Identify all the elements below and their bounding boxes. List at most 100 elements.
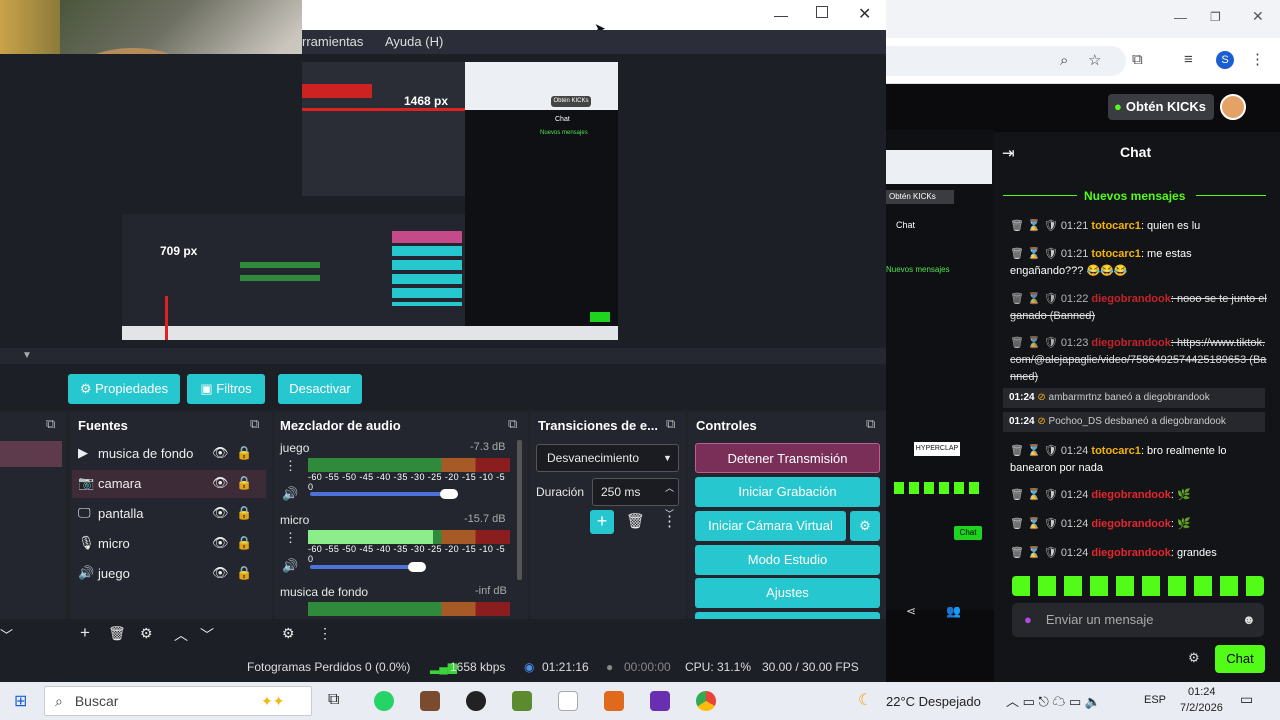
source-item[interactable]: 🔊 juego 👁 🔒 — [72, 560, 266, 588]
popout-icon[interactable]: ⧉ — [508, 416, 517, 432]
mic-icon[interactable]: ● — [1024, 612, 1032, 627]
mod-tools-icon[interactable]: 🗑 ⌛ 🛡 — [1010, 293, 1058, 305]
kebab-icon[interactable]: ⋮ — [284, 458, 297, 474]
source-item[interactable]: 📷 camara 👁 🔒 — [72, 470, 266, 498]
collapse-chat-icon[interactable]: ⇥ — [1002, 144, 1015, 162]
popout-icon[interactable]: ⧉ — [866, 416, 875, 432]
volume-slider[interactable] — [310, 492, 450, 496]
gear-icon[interactable]: ⚙ — [1188, 650, 1200, 666]
eye-icon[interactable]: 👁 — [212, 475, 229, 491]
volume-slider[interactable] — [310, 565, 420, 569]
mixer-settings-icon[interactable]: ⚙ — [282, 625, 295, 642]
file-icon[interactable] — [558, 691, 578, 711]
chat-input[interactable]: ● Enviar un mensaje ☻ — [1012, 603, 1264, 637]
kebab-icon[interactable]: ⋮ — [318, 625, 332, 642]
minecraft-icon[interactable] — [512, 691, 532, 711]
add-transition-button[interactable]: + — [590, 510, 614, 534]
start-recording-button[interactable]: Iniciar Grabación — [695, 477, 880, 507]
language-indicator[interactable]: ESP — [1144, 694, 1166, 706]
maximize-icon[interactable] — [816, 6, 828, 18]
tray-icons[interactable]: ︿ ▭ ⎋ ☁ ▭ 🔈 — [1006, 691, 1101, 710]
popout-icon[interactable]: ⧉ — [46, 416, 55, 432]
speaker-icon[interactable]: 🔊 — [282, 486, 298, 502]
mod-tools-icon[interactable]: 🗑 ⌛ 🛡 — [1010, 547, 1058, 559]
lock-icon[interactable]: 🔒 — [236, 445, 252, 461]
app-icon[interactable] — [650, 691, 670, 711]
users-icon[interactable]: 👥 — [946, 604, 961, 618]
trash-icon[interactable]: 🗑 — [626, 512, 645, 530]
menu-help[interactable]: Ayuda (H) — [385, 34, 443, 49]
share-icon[interactable]: ⋖ — [906, 604, 916, 618]
source-item[interactable]: 🖵 pantalla 👁 🔒 — [72, 500, 266, 528]
source-item[interactable]: 🎙 micro 👁 🔒 — [72, 530, 266, 558]
emote-bar[interactable] — [1012, 576, 1264, 596]
clock-time[interactable]: 01:24 — [1188, 686, 1216, 698]
duration-input[interactable]: 250 ms ︿ ﹀ — [592, 478, 679, 519]
eye-icon[interactable]: 👁 — [212, 535, 229, 551]
notification-icon[interactable]: ▭ — [1240, 691, 1253, 708]
kebab-icon[interactable]: ⋮ — [1250, 50, 1265, 68]
popout-icon[interactable]: ⧉ — [666, 416, 675, 432]
weather-text[interactable]: 22°C Despejado — [886, 694, 981, 709]
chevron-down-icon[interactable]: ﹀ — [0, 625, 13, 644]
get-kicks-button[interactable]: ● Obtén KICKs — [1108, 94, 1214, 120]
virtual-cam-button[interactable]: Iniciar Cámara Virtual — [695, 511, 846, 541]
trash-icon[interactable]: 🗑 — [108, 625, 126, 642]
filters-button[interactable]: ▣ Filtros — [187, 374, 265, 404]
star-icon[interactable]: ☆ — [1088, 51, 1101, 69]
settings-button[interactable]: Ajustes — [695, 578, 880, 608]
chevron-up-icon[interactable]: ︿ — [174, 625, 188, 645]
source-item[interactable]: ▶ musica de fondo 👁 🔒 — [72, 440, 266, 468]
obs-app-icon[interactable] — [466, 691, 486, 711]
minimize-icon[interactable]: — — [774, 7, 788, 23]
media-icon[interactable]: ≡ — [1184, 51, 1193, 68]
popout-icon[interactable]: ⧉ — [250, 416, 259, 432]
app-icon[interactable] — [420, 691, 440, 711]
lock-icon[interactable]: 🔒 — [236, 505, 252, 521]
close-icon[interactable]: ✕ — [858, 4, 871, 24]
add-source-icon[interactable]: + — [80, 623, 90, 643]
profile-avatar[interactable]: S — [1216, 51, 1234, 69]
dropdown-icon[interactable]: ▼ — [22, 350, 32, 361]
stop-stream-button[interactable]: Detener Transmisión — [695, 443, 880, 473]
mod-tools-icon[interactable]: 🗑 ⌛ 🛡 — [1010, 337, 1058, 349]
send-chat-button[interactable]: Chat — [1215, 645, 1265, 673]
gear-icon[interactable]: ⚙ — [850, 511, 880, 541]
kebab-icon[interactable]: ⋮ — [662, 512, 677, 530]
clock-date[interactable]: 7/2/2026 — [1180, 702, 1223, 714]
scrollbar[interactable] — [517, 440, 522, 580]
extensions-icon[interactable]: ⧉ — [1132, 51, 1143, 68]
menu-tools[interactable]: rramientas — [302, 34, 363, 49]
lock-icon[interactable]: 🔒 — [236, 475, 252, 491]
task-view-icon[interactable]: ⧉ — [328, 691, 339, 709]
chrome-icon[interactable] — [696, 691, 716, 711]
kebab-icon[interactable]: ⋮ — [284, 530, 297, 546]
eye-icon[interactable]: 👁 — [212, 505, 229, 521]
mod-tools-icon[interactable]: 🗑 ⌛ 🛡 — [1010, 220, 1058, 232]
volume-knob[interactable] — [440, 489, 458, 499]
transition-select[interactable]: Desvanecimiento ▼ — [536, 444, 679, 472]
chevron-down-icon[interactable]: ﹀ — [200, 625, 214, 645]
eye-icon[interactable]: 👁 — [212, 445, 229, 461]
volume-knob[interactable] — [408, 562, 426, 572]
gear-icon[interactable]: ⚙ — [140, 625, 153, 642]
game-icon[interactable] — [604, 691, 624, 711]
emoji-icon[interactable]: ☻ — [1242, 603, 1256, 637]
restore-icon[interactable]: ❐ — [1210, 10, 1221, 24]
mod-tools-icon[interactable]: 🗑 ⌛ 🛡 — [1010, 518, 1058, 530]
minimize-icon[interactable]: — — [1174, 10, 1187, 25]
lock-icon[interactable]: 🔒 — [236, 535, 252, 551]
mod-tools-icon[interactable]: 🗑 ⌛ 🛡 — [1010, 489, 1058, 501]
taskbar-search[interactable]: ⌕ Buscar ✦✦ — [44, 686, 312, 716]
lock-icon[interactable]: 🔒 — [236, 565, 252, 581]
mod-tools-icon[interactable]: 🗑 ⌛ 🛡 — [1010, 248, 1058, 260]
speaker-icon[interactable]: 🔊 — [282, 558, 298, 574]
scene-item-selected[interactable] — [0, 441, 62, 467]
windows-start-icon[interactable]: ⊞ — [14, 691, 27, 711]
properties-button[interactable]: ⚙ Propiedades — [68, 374, 180, 404]
user-avatar[interactable] — [1220, 94, 1246, 120]
mod-tools-icon[interactable]: 🗑 ⌛ 🛡 — [1010, 445, 1058, 457]
deactivate-button[interactable]: Desactivar — [278, 374, 362, 404]
whatsapp-icon[interactable] — [374, 691, 394, 711]
zoom-icon[interactable]: ⌕ — [1060, 52, 1068, 69]
